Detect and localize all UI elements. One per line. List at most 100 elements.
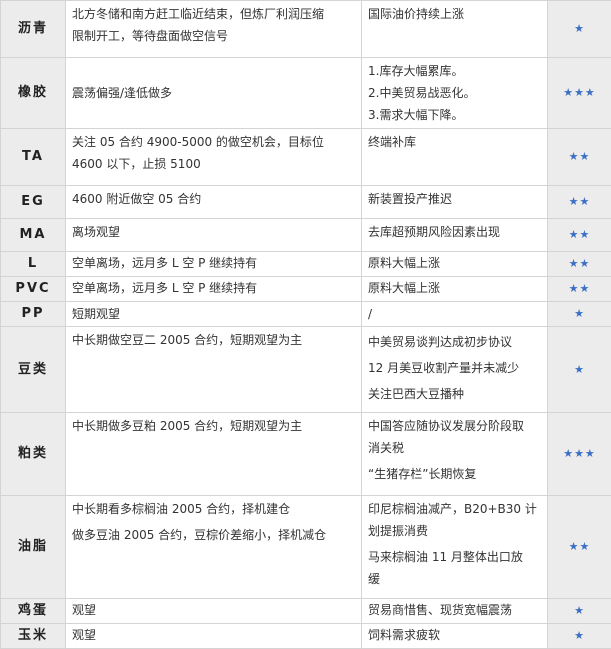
- commodity-name: MA: [1, 219, 66, 252]
- strategy-line: 中长期看多棕榈油 2005 合约，择机建仓: [72, 498, 357, 520]
- table-row: PP 短期观望 / ★: [1, 302, 611, 327]
- table-row: 玉米 观望 饲料需求疲软 ★: [1, 624, 611, 649]
- table-row: 沥青 北方冬储和南方赶工临近结束，但炼厂利润压缩 限制开工，等待盘面做空信号 国…: [1, 1, 611, 58]
- reason-line: 贸易商惜售、现货宽幅震荡: [368, 599, 543, 621]
- reason-line: 终端补库: [368, 131, 543, 153]
- strategy-cell: 中长期看多棕榈油 2005 合约，择机建仓 做多豆油 2005 合约，豆棕价差缩…: [66, 496, 362, 599]
- reason-cell: 去库超预期风险因素出现: [362, 219, 548, 252]
- reason-line: “生猪存栏”长期恢复: [368, 463, 543, 485]
- reason-line: 原料大幅上涨: [368, 277, 543, 299]
- commodity-name: 油脂: [1, 496, 66, 599]
- commodity-name: 沥青: [1, 1, 66, 58]
- reason-line: 关注巴西大豆播种: [368, 381, 543, 407]
- reason-cell: 1.库存大幅累库。 2.中美贸易战恶化。 3.需求大幅下降。: [362, 58, 548, 129]
- table-row: L 空单离场，远月多 L 空 P 继续持有 原料大幅上涨 ★★: [1, 252, 611, 277]
- reason-cell: 原料大幅上涨: [362, 252, 548, 277]
- strategy-line: 空单离场，远月多 L 空 P 继续持有: [72, 252, 357, 274]
- strategy-cell: 空单离场，远月多 L 空 P 继续持有: [66, 277, 362, 302]
- reason-cell: 贸易商惜售、现货宽幅震荡: [362, 599, 548, 624]
- rating-stars: ★★★: [548, 58, 611, 129]
- reason-line: 去库超预期风险因素出现: [368, 221, 543, 243]
- table-row: TA 关注 05 合约 4900-5000 的做空机会，目标位 4600 以下，…: [1, 129, 611, 186]
- commodity-name: L: [1, 252, 66, 277]
- reason-cell: 印尼棕榈油减产，B20+B30 计 划提振消费 马来棕榈油 11 月整体出口放 …: [362, 496, 548, 599]
- strategy-cell: 震荡偏强/逢低做多: [66, 58, 362, 129]
- commodity-name: PP: [1, 302, 66, 327]
- reason-line: 中国答应随协议发展分阶段取: [368, 415, 543, 437]
- commodity-name: 豆类: [1, 327, 66, 413]
- reason-cell: 中美贸易谈判达成初步协议 12 月美豆收割产量并未减少 关注巴西大豆播种: [362, 327, 548, 413]
- table-row: PVC 空单离场，远月多 L 空 P 继续持有 原料大幅上涨 ★★: [1, 277, 611, 302]
- strategy-line: 中长期做空豆二 2005 合约，短期观望为主: [72, 329, 357, 351]
- strategy-cell: 离场观望: [66, 219, 362, 252]
- rating-stars: ★★★: [548, 413, 611, 496]
- reason-line: 缓: [368, 568, 543, 590]
- reason-line: 饲料需求疲软: [368, 624, 543, 646]
- commodity-name: 玉米: [1, 624, 66, 649]
- reason-cell: 饲料需求疲软: [362, 624, 548, 649]
- table-row: 粕类 中长期做多豆粕 2005 合约，短期观望为主 中国答应随协议发展分阶段取 …: [1, 413, 611, 496]
- reason-line: 2.中美贸易战恶化。: [368, 82, 543, 104]
- commodity-name: PVC: [1, 277, 66, 302]
- table-row: 橡胶 震荡偏强/逢低做多 1.库存大幅累库。 2.中美贸易战恶化。 3.需求大幅…: [1, 58, 611, 129]
- strategy-line: 关注 05 合约 4900-5000 的做空机会，目标位: [72, 131, 357, 153]
- reason-line: 国际油价持续上涨: [368, 3, 543, 25]
- rating-stars: ★★: [548, 252, 611, 277]
- rating-stars: ★: [548, 624, 611, 649]
- strategy-line: 北方冬储和南方赶工临近结束，但炼厂利润压缩: [72, 3, 357, 25]
- strategy-cell: 关注 05 合约 4900-5000 的做空机会，目标位 4600 以下，止损 …: [66, 129, 362, 186]
- commodity-name: 鸡蛋: [1, 599, 66, 624]
- table-row: MA 离场观望 去库超预期风险因素出现 ★★: [1, 219, 611, 252]
- strategy-line: 4600 附近做空 05 合约: [72, 188, 357, 210]
- strategy-cell: 观望: [66, 599, 362, 624]
- strategy-cell: 观望: [66, 624, 362, 649]
- rating-stars: ★★: [548, 186, 611, 219]
- strategy-line: 空单离场，远月多 L 空 P 继续持有: [72, 277, 357, 299]
- strategy-line: 中长期做多豆粕 2005 合约，短期观望为主: [72, 415, 357, 437]
- commodity-name: 橡胶: [1, 58, 66, 129]
- reason-cell: 原料大幅上涨: [362, 277, 548, 302]
- reason-line: 马来棕榈油 11 月整体出口放: [368, 546, 543, 568]
- strategy-cell: 中长期做多豆粕 2005 合约，短期观望为主: [66, 413, 362, 496]
- table-row: 油脂 中长期看多棕榈油 2005 合约，择机建仓 做多豆油 2005 合约，豆棕…: [1, 496, 611, 599]
- reason-line: 3.需求大幅下降。: [368, 104, 543, 126]
- strategy-line: 观望: [72, 599, 357, 621]
- reason-cell: 中国答应随协议发展分阶段取 消关税 “生猪存栏”长期恢复: [362, 413, 548, 496]
- strategy-line: 震荡偏强/逢低做多: [72, 82, 357, 104]
- reason-line: 划提振消费: [368, 520, 543, 542]
- strategy-line: 限制开工，等待盘面做空信号: [72, 25, 357, 47]
- reason-line: 印尼棕榈油减产，B20+B30 计: [368, 498, 543, 520]
- strategy-cell: 短期观望: [66, 302, 362, 327]
- rating-stars: ★★: [548, 129, 611, 186]
- table-row: 鸡蛋 观望 贸易商惜售、现货宽幅震荡 ★: [1, 599, 611, 624]
- reason-line: /: [368, 303, 543, 325]
- strategy-line: 做多豆油 2005 合约，豆棕价差缩小，择机减仓: [72, 524, 357, 546]
- rating-stars: ★: [548, 599, 611, 624]
- rating-stars: ★★: [548, 496, 611, 599]
- rating-stars: ★★: [548, 277, 611, 302]
- reason-line: 中美贸易谈判达成初步协议: [368, 329, 543, 355]
- reason-cell: 终端补库: [362, 129, 548, 186]
- reason-line: 原料大幅上涨: [368, 252, 543, 274]
- strategy-line: 观望: [72, 624, 357, 646]
- strategy-line: 离场观望: [72, 221, 357, 243]
- strategy-cell: 4600 附近做空 05 合约: [66, 186, 362, 219]
- reason-cell: 国际油价持续上涨: [362, 1, 548, 58]
- strategy-cell: 北方冬储和南方赶工临近结束，但炼厂利润压缩 限制开工，等待盘面做空信号: [66, 1, 362, 58]
- reason-line: 新装置投产推迟: [368, 188, 543, 210]
- commodity-name: 粕类: [1, 413, 66, 496]
- commodity-name: EG: [1, 186, 66, 219]
- reason-cell: 新装置投产推迟: [362, 186, 548, 219]
- rating-stars: ★: [548, 327, 611, 413]
- table-row: EG 4600 附近做空 05 合约 新装置投产推迟 ★★: [1, 186, 611, 219]
- reason-line: 12 月美豆收割产量并未减少: [368, 355, 543, 381]
- reason-line: 1.库存大幅累库。: [368, 60, 543, 82]
- table-row: 豆类 中长期做空豆二 2005 合约，短期观望为主 中美贸易谈判达成初步协议 1…: [1, 327, 611, 413]
- strategy-cell: 中长期做空豆二 2005 合约，短期观望为主: [66, 327, 362, 413]
- rating-stars: ★: [548, 1, 611, 58]
- rating-stars: ★: [548, 302, 611, 327]
- rating-stars: ★★: [548, 219, 611, 252]
- strategy-line: 短期观望: [72, 303, 357, 325]
- strategy-table: 沥青 北方冬储和南方赶工临近结束，但炼厂利润压缩 限制开工，等待盘面做空信号 国…: [0, 0, 611, 649]
- strategy-cell: 空单离场，远月多 L 空 P 继续持有: [66, 252, 362, 277]
